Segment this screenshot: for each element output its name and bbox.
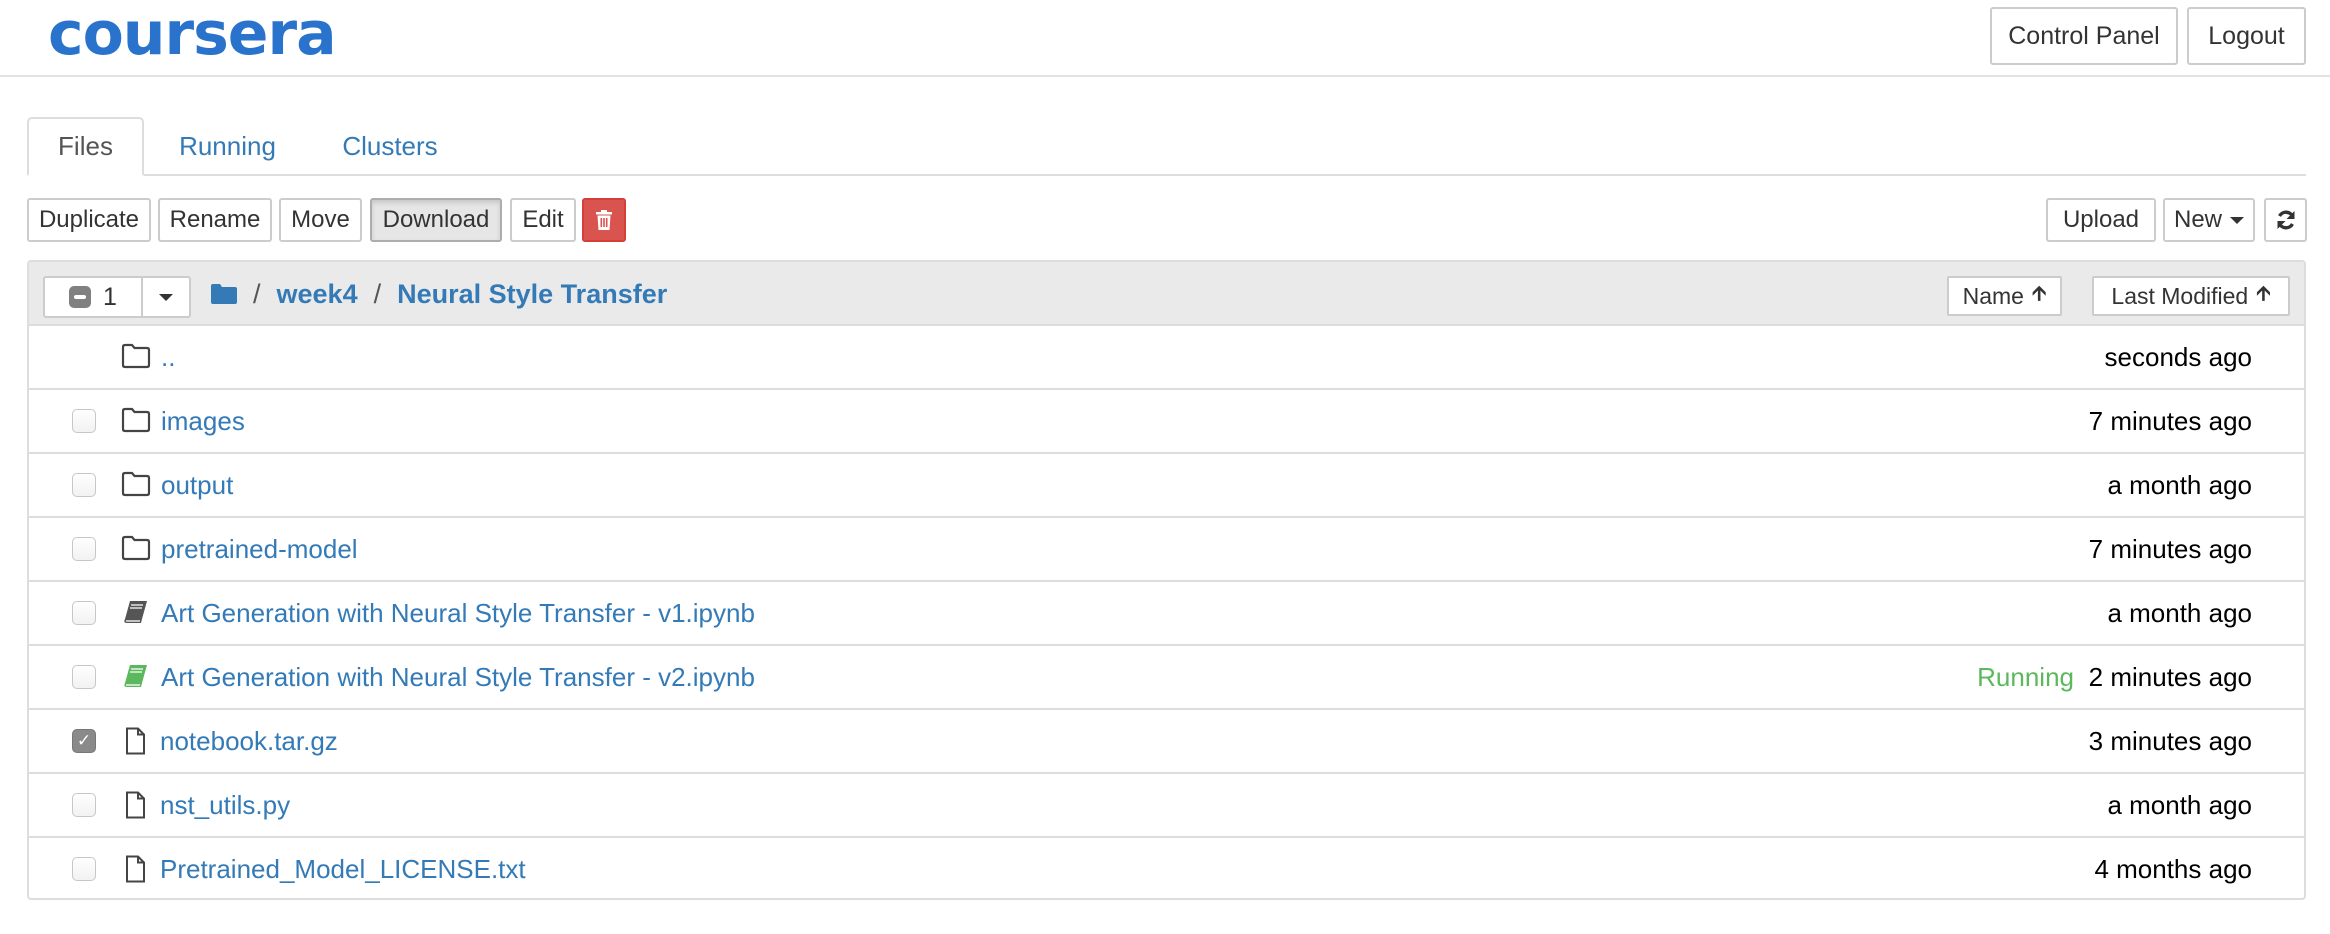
file-name-link[interactable]: output	[161, 470, 233, 501]
logout-button[interactable]: Logout	[2187, 7, 2306, 65]
breadcrumb-week4[interactable]: week4	[277, 279, 358, 310]
upload-button[interactable]: Upload	[2046, 198, 2156, 242]
row-checkbox[interactable]: ✓	[72, 729, 96, 753]
site-header: coursera Control Panel Logout	[0, 0, 2330, 77]
last-modified: a month ago	[2107, 470, 2252, 500]
file-list-row[interactable]: Pretrained_Model_LICENSE.txt 4 months ago	[29, 838, 2304, 902]
file-list-row[interactable]: .. seconds ago	[29, 326, 2304, 390]
row-checkbox[interactable]	[72, 857, 96, 881]
folder-icon	[121, 535, 151, 563]
coursera-logo[interactable]: coursera	[48, 4, 337, 64]
tab-clusters[interactable]: Clusters	[325, 117, 455, 176]
tab-files[interactable]: Files	[27, 117, 144, 176]
refresh-button[interactable]	[2264, 198, 2307, 242]
file-list-row[interactable]: images 7 minutes ago	[29, 390, 2304, 454]
selected-count: 1	[103, 282, 117, 311]
row-checkbox[interactable]	[72, 793, 96, 817]
row-checkbox[interactable]	[72, 473, 96, 497]
row-checkbox[interactable]	[72, 409, 96, 433]
last-modified: seconds ago	[2104, 342, 2252, 372]
file-name-link[interactable]: ..	[161, 342, 175, 373]
select-all-group: 1	[43, 276, 191, 318]
caret-down-icon	[159, 293, 173, 301]
move-button[interactable]: Move	[279, 198, 362, 242]
minus-checkbox-icon	[69, 286, 92, 308]
file-name-link[interactable]: pretrained-model	[161, 534, 358, 565]
folder-icon	[121, 343, 151, 371]
caret-down-icon	[2230, 216, 2244, 224]
breadcrumb-separator: /	[253, 278, 261, 309]
tab-running[interactable]: Running	[160, 117, 295, 176]
row-checkbox[interactable]	[72, 601, 96, 625]
sort-name-label: Name	[1962, 282, 2024, 309]
notebook-icon	[121, 599, 151, 627]
file-icon	[121, 855, 151, 883]
last-modified: 7 minutes ago	[2088, 534, 2252, 564]
row-checkbox[interactable]	[72, 537, 96, 561]
sort-by-last-modified-button[interactable]: Last Modified 🡩	[2092, 276, 2290, 316]
file-icon	[121, 727, 151, 755]
breadcrumb-current-folder[interactable]: Neural Style Transfer	[397, 279, 667, 310]
sort-by-name-button[interactable]: Name 🡩	[1947, 276, 2062, 316]
folder-home-icon[interactable]	[211, 284, 237, 304]
last-modified: 7 minutes ago	[2088, 406, 2252, 436]
file-list-panel: 1 / week4 / Neural Style Transfer Name 🡩…	[27, 260, 2306, 900]
running-status: Running	[1977, 662, 2074, 692]
duplicate-button[interactable]: Duplicate	[27, 198, 151, 242]
file-name-link[interactable]: Pretrained_Model_LICENSE.txt	[160, 854, 526, 885]
last-modified: 3 minutes ago	[2088, 726, 2252, 756]
file-list-row[interactable]: nst_utils.py a month ago	[29, 774, 2304, 838]
arrow-up-icon: 🡩	[2031, 283, 2047, 305]
file-name-link[interactable]: Art Generation with Neural Style Transfe…	[161, 598, 755, 629]
rename-button[interactable]: Rename	[158, 198, 272, 242]
last-modified: a month ago	[2107, 598, 2252, 628]
notebook-running-icon	[121, 663, 151, 691]
select-dropdown-button[interactable]	[143, 278, 189, 316]
new-label: New	[2173, 206, 2222, 233]
folder-icon	[121, 471, 151, 499]
breadcrumb: / week4 / Neural Style Transfer	[211, 274, 667, 314]
arrow-up-icon: 🡩	[2256, 283, 2271, 305]
last-modified: 4 months ago	[2094, 854, 2252, 884]
refresh-icon	[2276, 210, 2295, 230]
last-modified: 2 minutes ago	[2088, 662, 2252, 692]
file-list-row[interactable]: ✓ notebook.tar.gz 3 minutes ago	[29, 710, 2304, 774]
file-name-link[interactable]: images	[161, 406, 245, 437]
file-list-row[interactable]: pretrained-model 7 minutes ago	[29, 518, 2304, 582]
last-modified: a month ago	[2107, 790, 2252, 820]
new-dropdown-button[interactable]: New	[2163, 198, 2255, 242]
file-name-link[interactable]: nst_utils.py	[160, 790, 290, 821]
file-list-header: 1 / week4 / Neural Style Transfer Name 🡩…	[29, 262, 2304, 326]
file-icon	[121, 791, 151, 819]
file-list-row[interactable]: output a month ago	[29, 454, 2304, 518]
delete-button[interactable]	[582, 198, 626, 242]
file-name-link[interactable]: notebook.tar.gz	[160, 726, 338, 757]
file-name-link[interactable]: Art Generation with Neural Style Transfe…	[161, 662, 755, 693]
edit-button[interactable]: Edit	[510, 198, 576, 242]
sort-modified-label: Last Modified	[2111, 282, 2249, 309]
download-button[interactable]: Download	[370, 198, 502, 242]
file-list-row[interactable]: Art Generation with Neural Style Transfe…	[29, 646, 2304, 710]
breadcrumb-separator: /	[373, 278, 382, 309]
folder-icon	[121, 407, 151, 435]
row-checkbox[interactable]	[72, 665, 96, 689]
trash-icon	[596, 210, 612, 230]
control-panel-button[interactable]: Control Panel	[1990, 7, 2178, 65]
file-list-row[interactable]: Art Generation with Neural Style Transfe…	[29, 582, 2304, 646]
select-all-checkbox[interactable]: 1	[45, 278, 143, 316]
